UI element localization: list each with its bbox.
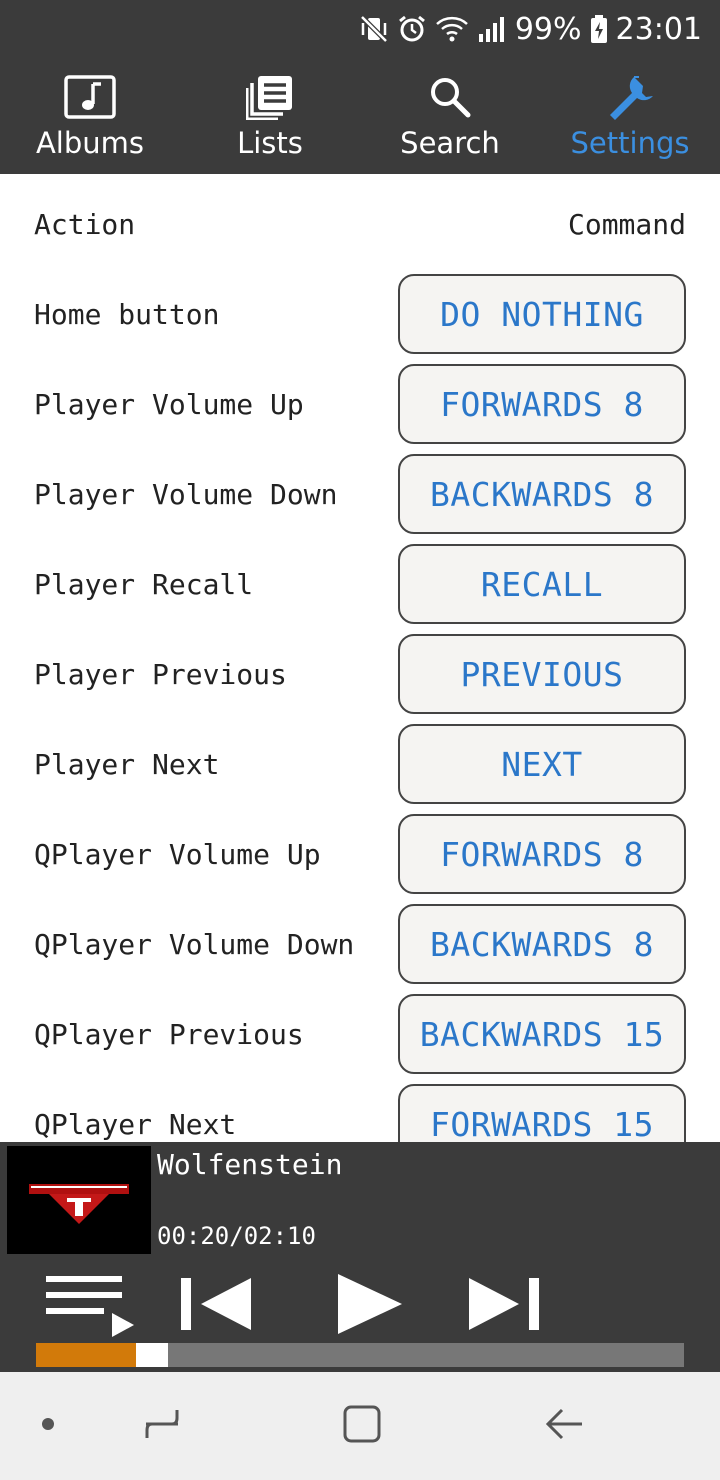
tab-albums[interactable]: Albums (0, 58, 180, 174)
recent-apps-button[interactable] (130, 1372, 194, 1480)
settings-list[interactable]: Action Command Home button DO NOTHING Pl… (0, 174, 720, 1142)
action-label: Player Volume Up (34, 387, 304, 421)
setting-row: Player Previous PREVIOUS (34, 634, 686, 714)
tab-settings[interactable]: Settings (540, 58, 720, 174)
play-button[interactable] (324, 1270, 414, 1342)
player-controls (0, 1270, 720, 1342)
setting-row: Player Volume Down BACKWARDS 8 (34, 454, 686, 534)
command-button[interactable]: BACKWARDS 8 (398, 904, 686, 984)
command-button[interactable]: FORWARDS 8 (398, 814, 686, 894)
skip-next-icon (467, 1276, 543, 1336)
home-icon (342, 1404, 382, 1448)
setting-row: Home button DO NOTHING (34, 274, 686, 354)
track-time: 00:20/02:10 (157, 1222, 316, 1250)
setting-row: QPlayer Next FORWARDS 15 (34, 1084, 686, 1142)
queue-button[interactable] (40, 1270, 140, 1342)
seek-bar-thumb[interactable] (136, 1343, 168, 1367)
previous-button[interactable] (170, 1270, 260, 1342)
play-icon (334, 1272, 404, 1340)
recent-apps-icon (142, 1404, 182, 1448)
track-title: Wolfenstein (157, 1148, 343, 1181)
mute-vibrate-icon (359, 14, 389, 44)
setting-row: Player Volume Up FORWARDS 8 (34, 364, 686, 444)
home-button[interactable] (330, 1372, 394, 1480)
action-label: Home button (34, 297, 220, 331)
tab-albums-label: Albums (35, 126, 145, 160)
list-icon (246, 72, 294, 122)
nav-dot[interactable] (28, 1372, 68, 1480)
command-button[interactable]: PREVIOUS (398, 634, 686, 714)
action-label: QPlayer Previous (34, 1017, 304, 1051)
command-button[interactable]: FORWARDS 8 (398, 364, 686, 444)
tab-bar: Albums Lists Search Settings (0, 58, 720, 174)
seek-bar[interactable] (36, 1343, 684, 1367)
action-label: Player Previous (34, 657, 287, 691)
header-command: Command (567, 207, 686, 241)
wrench-icon (604, 72, 656, 122)
action-label: QPlayer Volume Up (34, 837, 321, 871)
skip-previous-icon (177, 1276, 253, 1336)
tab-lists-label: Lists (237, 126, 303, 160)
wifi-icon (435, 14, 469, 44)
tab-search-label: Search (400, 126, 500, 160)
setting-row: QPlayer Volume Down BACKWARDS 8 (34, 904, 686, 984)
battery-charging-icon (590, 14, 608, 44)
command-button[interactable]: NEXT (398, 724, 686, 804)
mini-player: Wolfenstein 00:20/02:10 (0, 1142, 720, 1372)
alarm-icon (397, 14, 427, 44)
command-button[interactable]: RECALL (398, 544, 686, 624)
header-action: Action (34, 207, 136, 241)
command-button[interactable]: FORWARDS 15 (398, 1084, 686, 1142)
action-label: Player Volume Down (34, 477, 338, 511)
signal-icon (477, 14, 507, 44)
setting-row: Player Recall RECALL (34, 544, 686, 624)
action-label: Player Recall (34, 567, 254, 601)
command-button[interactable]: BACKWARDS 8 (398, 454, 686, 534)
seek-bar-progress (36, 1343, 136, 1367)
settings-header: Action Command (34, 204, 686, 244)
clock: 23:01 (615, 11, 702, 47)
tab-settings-label: Settings (570, 126, 690, 160)
album-cover[interactable] (7, 1146, 151, 1254)
setting-row: Player Next NEXT (34, 724, 686, 804)
search-icon (428, 72, 472, 122)
tab-search[interactable]: Search (360, 58, 540, 174)
back-arrow-icon (544, 1404, 584, 1448)
battery-level: 99% (514, 11, 582, 47)
command-button[interactable]: DO NOTHING (398, 274, 686, 354)
back-button[interactable] (532, 1372, 596, 1480)
system-nav-bar (0, 1372, 720, 1480)
music-note-icon (64, 72, 116, 122)
action-label: QPlayer Next (34, 1107, 237, 1141)
status-bar: 99% 23:01 (0, 0, 720, 58)
setting-row: QPlayer Volume Up FORWARDS 8 (34, 814, 686, 894)
next-button[interactable] (460, 1270, 550, 1342)
setting-row: QPlayer Previous BACKWARDS 15 (34, 994, 686, 1074)
action-label: QPlayer Volume Down (34, 927, 355, 961)
queue-icon (42, 1271, 138, 1341)
action-label: Player Next (34, 747, 220, 781)
command-button[interactable]: BACKWARDS 15 (398, 994, 686, 1074)
dot-icon (40, 1416, 56, 1436)
tab-lists[interactable]: Lists (180, 58, 360, 174)
